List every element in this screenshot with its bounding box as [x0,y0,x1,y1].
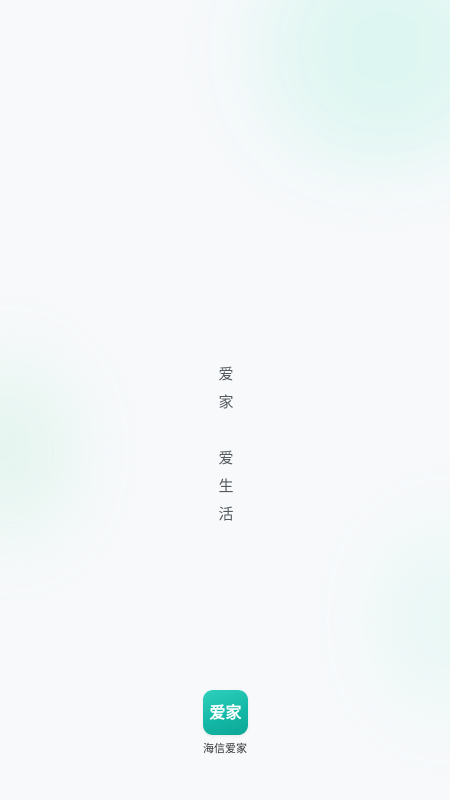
app-name: 海信爱家 [203,742,247,755]
decorative-blob-top-right [210,0,450,180]
decorative-blob-bottom-right [370,500,450,740]
slogan-line-2: 爱 生 活 [212,444,240,528]
app-logo-text: 爱家 [209,702,242,722]
slogan-line-1: 爱 家 [212,360,240,416]
slogan-char: 生 [218,477,234,495]
splash-screen: 爱 家 爱 生 活 爱家 海信爱家 [0,0,450,800]
decorative-blob-left [0,330,85,570]
slogan-char: 爱 [218,449,234,467]
slogan-char: 爱 [218,365,234,383]
slogan-char: 活 [218,505,234,523]
slogan-char: 家 [218,393,234,411]
app-logo-icon: 爱家 [203,690,248,735]
